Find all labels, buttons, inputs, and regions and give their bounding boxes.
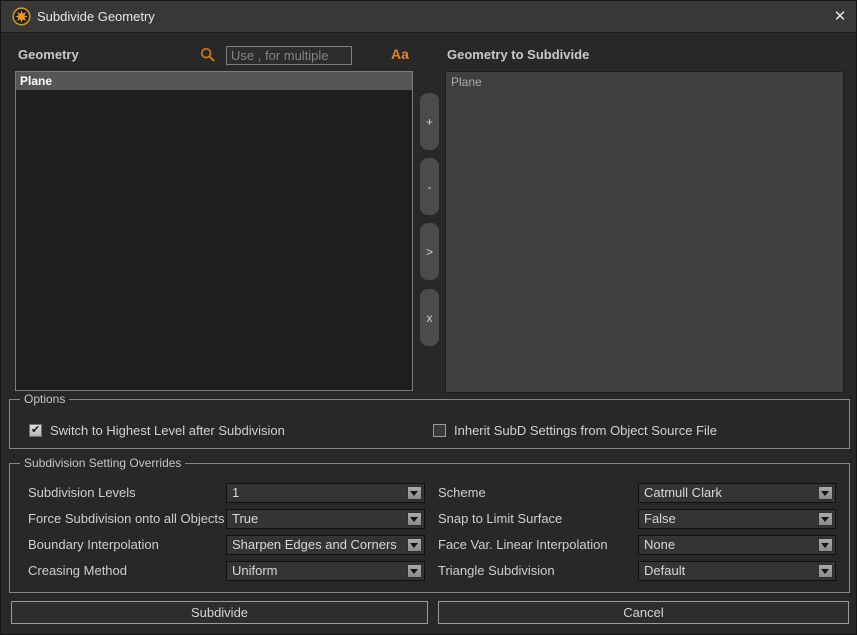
geometry-panel-title: Geometry (18, 47, 79, 62)
chevron-down-icon[interactable] (407, 512, 422, 526)
force-subdivision-select[interactable]: True (226, 509, 425, 529)
add-button[interactable]: + (420, 93, 439, 150)
checkbox-label: Switch to Highest Level after Subdivisio… (50, 423, 285, 438)
move-right-button[interactable]: > (420, 223, 439, 280)
checkbox-unchecked[interactable] (433, 424, 446, 437)
title-bar[interactable]: Subdivide Geometry ✕ (1, 1, 857, 33)
remove-button[interactable]: - (420, 158, 439, 215)
subdivide-geometry-dialog: Subdivide Geometry ✕ Geometry Aa Geometr… (0, 0, 857, 635)
chevron-down-icon[interactable] (818, 564, 833, 578)
chevron-down-icon[interactable] (407, 486, 422, 500)
scheme-select[interactable]: Catmull Clark (638, 483, 836, 503)
close-icon[interactable]: ✕ (829, 7, 851, 27)
app-sun-icon (12, 7, 31, 26)
clear-button[interactable]: x (420, 289, 439, 346)
cancel-button[interactable]: Cancel (438, 601, 849, 624)
select-value: Catmull Clark (639, 484, 835, 502)
options-legend: Options (20, 392, 69, 406)
geometry-search-input[interactable] (226, 46, 352, 65)
boundary-interpolation-label: Boundary Interpolation (28, 535, 159, 555)
chevron-down-icon[interactable] (407, 564, 422, 578)
face-var-interpolation-select[interactable]: None (638, 535, 836, 555)
select-value: Sharpen Edges and Corners (227, 536, 424, 554)
list-item-plane[interactable]: Plane (446, 72, 843, 89)
subdivision-levels-label: Subdivision Levels (28, 483, 136, 503)
force-subdivision-label: Force Subdivision onto all Objects (28, 509, 225, 529)
triangle-subdivision-select[interactable]: Default (638, 561, 836, 581)
search-icon (200, 47, 216, 63)
geometry-list[interactable]: Plane (15, 71, 413, 391)
filter-menu-icon[interactable] (367, 50, 380, 61)
list-item-plane-selected[interactable]: Plane (16, 72, 412, 90)
select-value: False (639, 510, 835, 528)
switch-highest-level-checkbox-row[interactable]: Switch to Highest Level after Subdivisio… (29, 423, 285, 438)
triangle-subdivision-label: Triangle Subdivision (438, 561, 555, 581)
face-var-interpolation-label: Face Var. Linear Interpolation (438, 535, 608, 555)
checkbox-label: Inherit SubD Settings from Object Source… (454, 423, 717, 438)
creasing-method-label: Creasing Method (28, 561, 127, 581)
chevron-down-icon[interactable] (407, 538, 422, 552)
inherit-subd-settings-checkbox-row[interactable]: Inherit SubD Settings from Object Source… (433, 423, 717, 438)
window-title: Subdivide Geometry (37, 1, 155, 33)
subdivision-levels-select[interactable]: 1 (226, 483, 425, 503)
select-value: 1 (227, 484, 424, 502)
subdivide-button[interactable]: Subdivide (11, 601, 428, 624)
scheme-label: Scheme (438, 483, 486, 503)
case-sensitivity-toggle[interactable]: Aa (391, 46, 409, 62)
overrides-legend: Subdivision Setting Overrides (20, 456, 185, 470)
snap-to-limit-select[interactable]: False (638, 509, 836, 529)
snap-to-limit-label: Snap to Limit Surface (438, 509, 562, 529)
boundary-interpolation-select[interactable]: Sharpen Edges and Corners (226, 535, 425, 555)
chevron-down-icon[interactable] (818, 486, 833, 500)
select-value: Uniform (227, 562, 424, 580)
checkbox-checked[interactable] (29, 424, 42, 437)
subdivide-panel-title: Geometry to Subdivide (447, 47, 589, 62)
select-value: True (227, 510, 424, 528)
chevron-down-icon[interactable] (818, 512, 833, 526)
select-value: Default (639, 562, 835, 580)
creasing-method-select[interactable]: Uniform (226, 561, 425, 581)
select-value: None (639, 536, 835, 554)
geometry-to-subdivide-list[interactable]: Plane (445, 71, 844, 393)
chevron-down-icon[interactable] (818, 538, 833, 552)
